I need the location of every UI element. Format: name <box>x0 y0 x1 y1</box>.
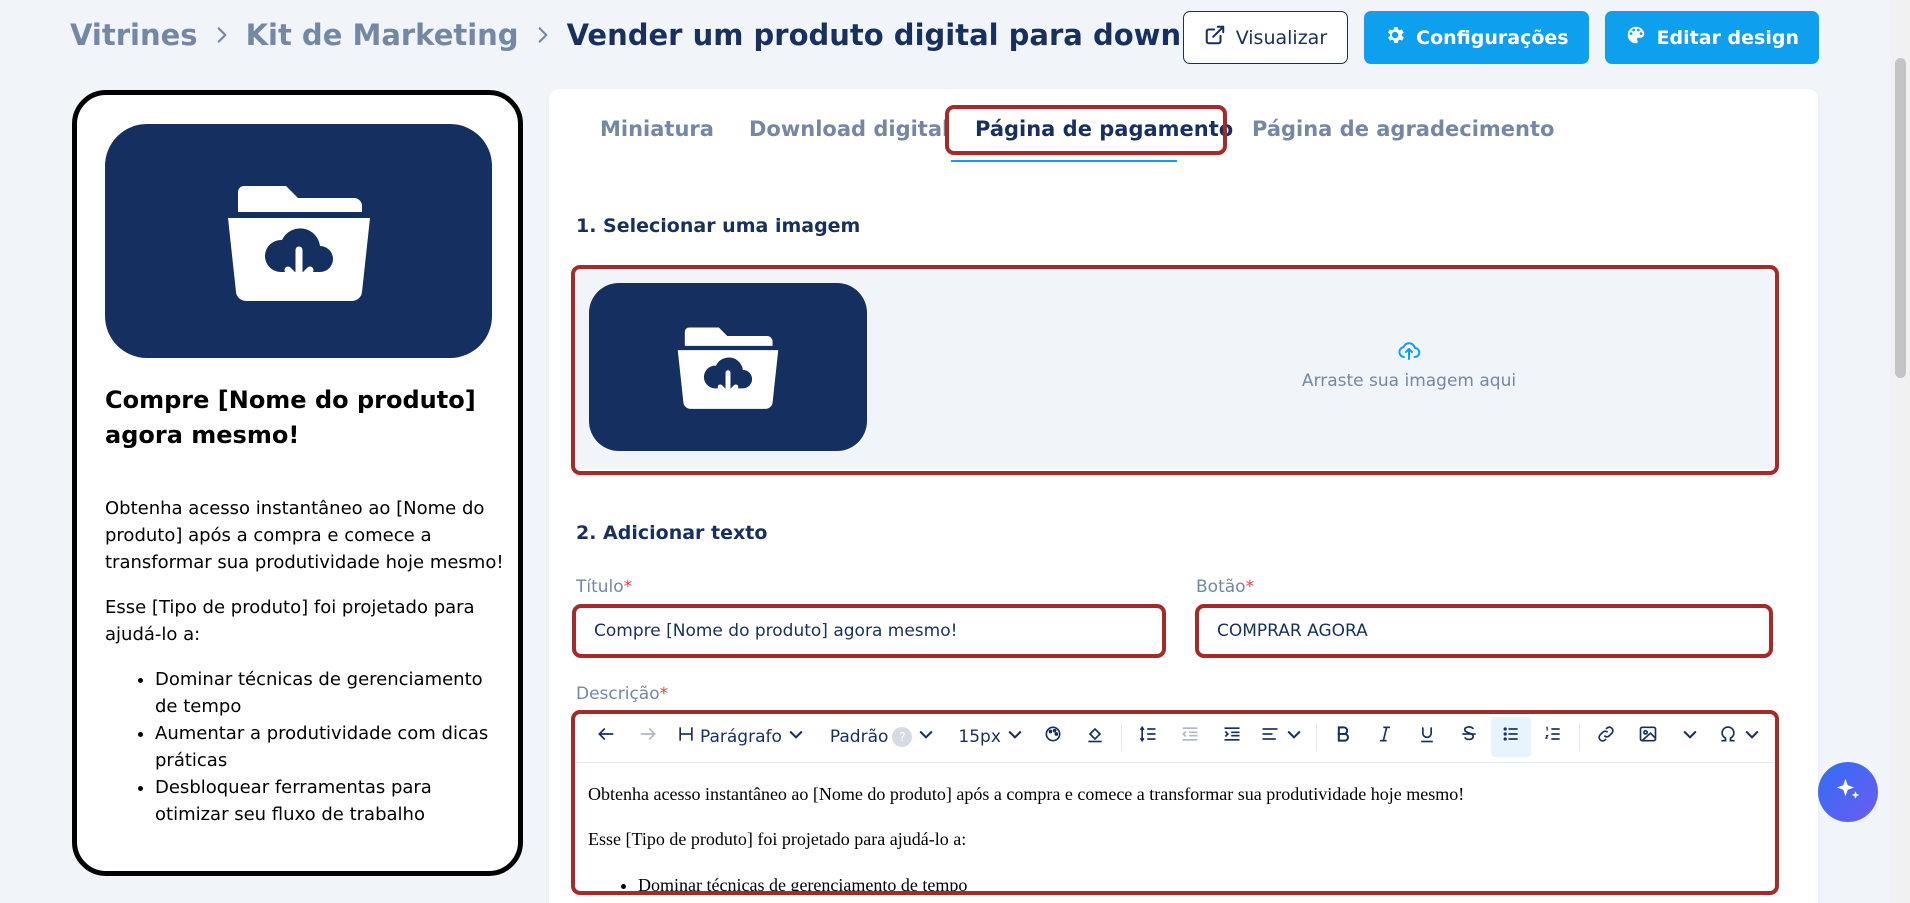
tab-thumbnail[interactable]: Miniatura <box>600 117 714 141</box>
breadcrumb-item-kit-marketing[interactable]: Kit de Marketing <box>246 18 519 52</box>
title-field-label: Título* <box>576 577 632 597</box>
preview-hero-image <box>105 124 492 358</box>
external-link-icon <box>1204 24 1226 51</box>
palette-icon <box>1625 24 1647 51</box>
preview-bullet-list: Dominar técnicas de gerenciamento de tem… <box>105 666 505 828</box>
breadcrumb: Vitrines Kit de Marketing Vender um prod… <box>70 18 1251 52</box>
preview-bullet-item: Dominar técnicas de gerenciamento de tem… <box>155 666 505 720</box>
breadcrumb-item-vitrines[interactable]: Vitrines <box>70 18 198 52</box>
preview-button-label: Visualizar <box>1235 26 1328 49</box>
tab-bar: Miniatura Download digital Página de pag… <box>549 89 1818 162</box>
preview-paragraph: Esse [Tipo de produto] foi projetado par… <box>105 597 475 645</box>
section-title-image: 1. Selecionar uma imagem <box>576 215 861 237</box>
title-label-text: Título <box>576 577 624 597</box>
dropzone-highlight <box>571 265 1779 475</box>
scrollbar-thumb[interactable] <box>1895 58 1906 378</box>
button-field-label: Botão* <box>1196 577 1254 597</box>
tab-thank-you-page[interactable]: Página de agradecimento <box>1252 117 1554 141</box>
required-mark: * <box>623 577 633 597</box>
editor-highlight <box>571 710 1779 895</box>
required-mark: * <box>659 684 669 704</box>
chevron-right-icon <box>519 25 567 45</box>
required-mark: * <box>1245 577 1255 597</box>
checkout-preview-card: Compre [Nome do produto] agora mesmo! Ob… <box>72 90 523 876</box>
active-tab-indicator <box>951 160 1177 162</box>
editor-panel: Miniatura Download digital Página de pag… <box>549 89 1818 903</box>
edit-design-button[interactable]: Editar design <box>1604 11 1819 64</box>
description-label-text: Descrição <box>576 684 660 704</box>
sparkle-icon <box>1833 775 1863 809</box>
folder-download-icon <box>224 174 374 308</box>
title-input-highlight <box>572 604 1166 658</box>
settings-button[interactable]: Configurações <box>1364 11 1589 64</box>
chevron-right-icon <box>198 25 246 45</box>
tab-digital-download[interactable]: Download digital <box>749 117 949 141</box>
button-input-highlight <box>1195 604 1773 658</box>
preview-title: Compre [Nome do produto] agora mesmo! <box>105 386 476 449</box>
top-actions: Visualizar Configurações Editar design <box>1182 11 1819 64</box>
ai-assistant-button[interactable] <box>1818 762 1878 822</box>
page-title: Vender um produto digital para download <box>566 18 1252 52</box>
edit-design-button-label: Editar design <box>1656 26 1799 49</box>
preview-description: Obtenha acesso instantâneo ao [Nome do p… <box>105 495 505 828</box>
button-label-text: Botão <box>1196 577 1246 597</box>
preview-paragraph: Obtenha acesso instantâneo ao [Nome do p… <box>105 498 504 573</box>
section-title-text: 2. Adicionar texto <box>576 522 768 544</box>
active-tab-highlight <box>945 105 1227 155</box>
description-field-label: Descrição* <box>576 684 668 704</box>
page-scrollbar[interactable] <box>1890 0 1910 903</box>
preview-bullet-item: Aumentar a produtividade com dicas práti… <box>155 720 505 774</box>
settings-button-label: Configurações <box>1416 26 1569 49</box>
gear-icon <box>1384 24 1406 51</box>
preview-bullet-item: Desbloquear ferramentas para otimizar se… <box>155 774 505 828</box>
preview-button[interactable]: Visualizar <box>1182 11 1349 64</box>
